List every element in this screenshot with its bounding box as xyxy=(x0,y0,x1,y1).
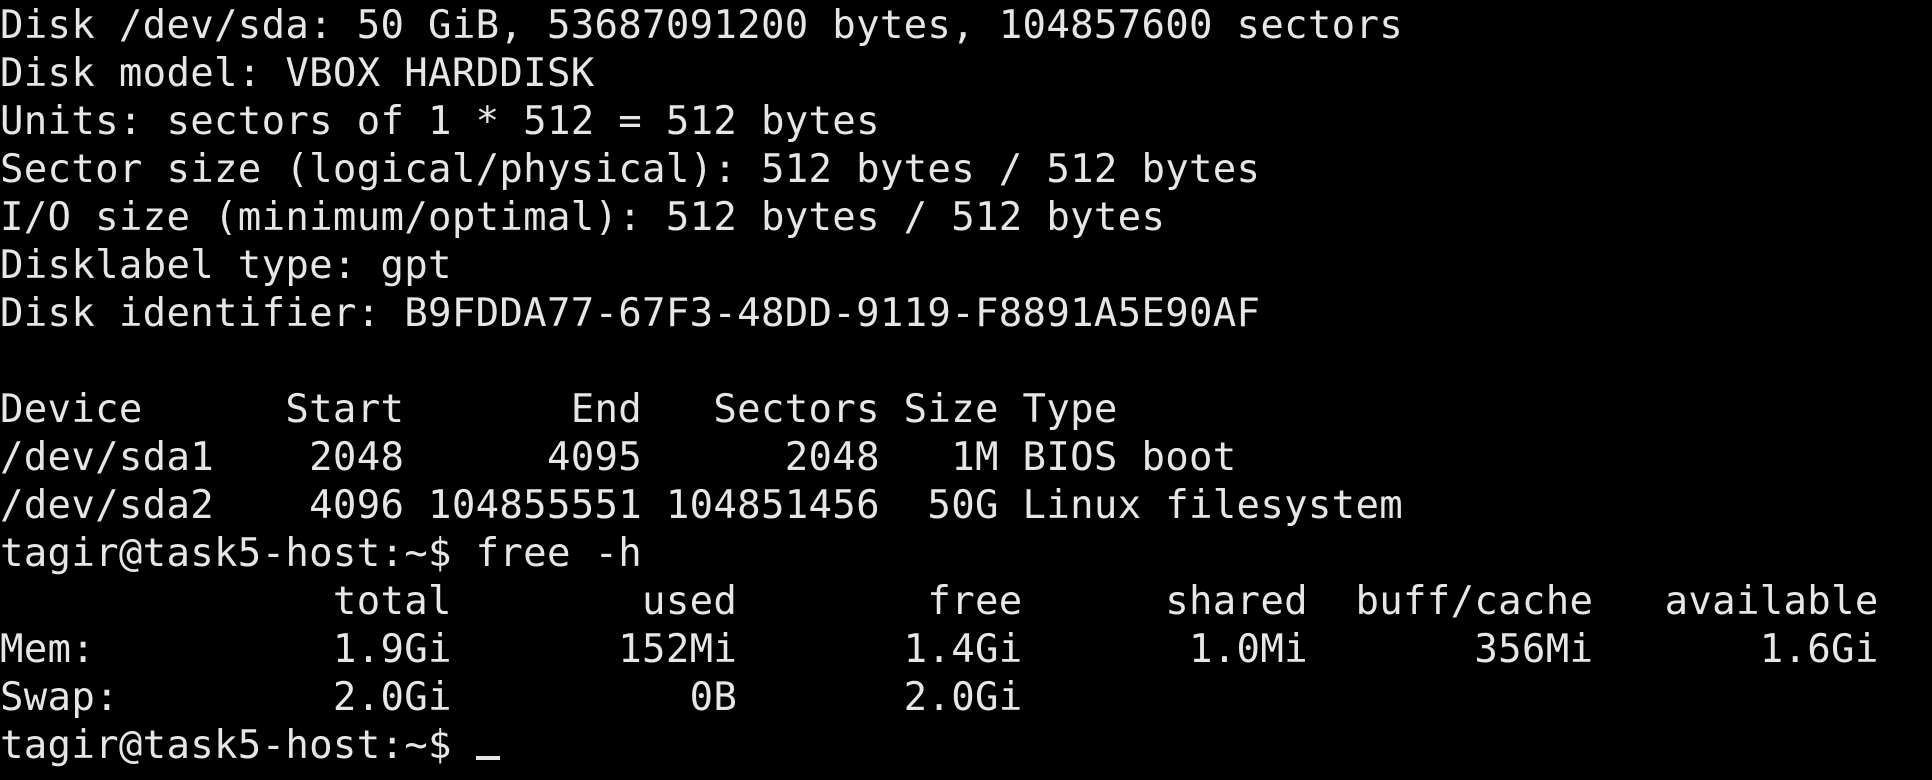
fdisk-units-line: Units: sectors of 1 * 512 = 512 bytes xyxy=(0,99,880,144)
partition-table-header: Device Start End Sectors Size Type xyxy=(0,387,1118,432)
command-line: tagir@task5-host:~$ free -h xyxy=(0,531,643,576)
terminal-window[interactable]: Disk /dev/sda: 50 GiB, 53687091200 bytes… xyxy=(0,0,1932,780)
partition-row: /dev/sda1 2048 4095 2048 1M BIOS boot xyxy=(0,435,1237,480)
input-line[interactable]: tagir@task5-host:~$ xyxy=(0,722,1932,770)
fdisk-disk-summary-line: Disk /dev/sda: 50 GiB, 53687091200 bytes… xyxy=(0,3,1404,48)
fdisk-disklabel-line: Disklabel type: gpt xyxy=(0,243,452,288)
partition-row: /dev/sda2 4096 104855551 104851456 50G L… xyxy=(0,483,1404,528)
fdisk-identifier-line: Disk identifier: B9FDDA77-67F3-48DD-9119… xyxy=(0,291,1261,336)
fdisk-disk-model-line: Disk model: VBOX HARDDISK xyxy=(0,51,595,96)
memory-table-header: total used free shared buff/cache availa… xyxy=(0,579,1879,624)
memory-row-mem: Mem: 1.9Gi 152Mi 1.4Gi 1.0Mi 356Mi 1.6Gi xyxy=(0,627,1879,672)
text-cursor[interactable] xyxy=(475,756,500,760)
shell-prompt: tagir@task5-host:~$ xyxy=(0,723,476,768)
fdisk-sector-size-line: Sector size (logical/physical): 512 byte… xyxy=(0,147,1261,192)
memory-row-swap: Swap: 2.0Gi 0B 2.0Gi xyxy=(0,675,1023,720)
fdisk-io-size-line: I/O size (minimum/optimal): 512 bytes / … xyxy=(0,195,1166,240)
